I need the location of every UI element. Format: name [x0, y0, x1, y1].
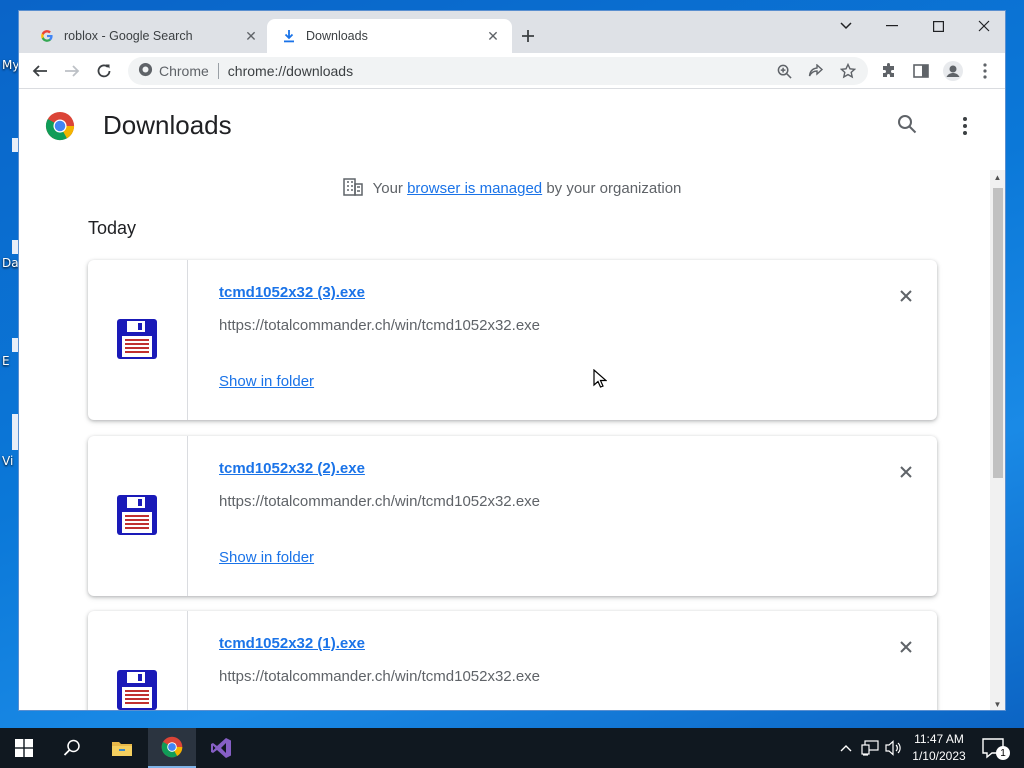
floppy-disk-icon: [117, 495, 157, 535]
visual-studio-icon: [211, 738, 231, 758]
clock-date: 1/10/2023: [912, 749, 966, 763]
show-hidden-icons-chevron-icon[interactable]: [836, 738, 856, 758]
clock-time: 11:47 AM: [914, 732, 964, 746]
remove-download-icon[interactable]: [894, 635, 918, 659]
scroll-thumb[interactable]: [993, 188, 1003, 478]
remove-download-icon[interactable]: [894, 460, 918, 484]
chrome-logo-icon: [45, 111, 75, 141]
mouse-cursor-icon: [593, 369, 607, 388]
visual-studio-taskbar-button[interactable]: [197, 728, 245, 768]
show-in-folder-link[interactable]: Show in folder: [219, 549, 314, 566]
browser-toolbar: Chrome chrome://downloads: [19, 53, 1005, 89]
address-separator: [217, 63, 219, 79]
system-clock[interactable]: 11:47 AM 1/10/2023: [908, 731, 970, 765]
desktop-icon-label[interactable]: E: [2, 354, 10, 368]
download-filename-link[interactable]: tcmd1052x32 (1).exe: [219, 635, 365, 652]
more-actions-icon[interactable]: [953, 114, 977, 138]
network-icon[interactable]: [860, 738, 880, 758]
download-filename-link[interactable]: tcmd1052x32 (2).exe: [219, 460, 365, 477]
page-scrollbar[interactable]: ▲ ▼: [990, 170, 1005, 710]
folder-icon: [112, 742, 132, 756]
bookmark-star-icon[interactable]: [838, 61, 858, 81]
desktop-icon-label[interactable]: My: [2, 58, 19, 72]
notification-count-badge: 1: [996, 746, 1010, 760]
maximize-button[interactable]: [915, 11, 961, 41]
start-button[interactable]: [0, 728, 48, 768]
share-icon[interactable]: [806, 61, 826, 81]
floppy-disk-icon: [117, 670, 157, 710]
managed-text-suffix: by your organization: [542, 180, 682, 197]
windows-logo-icon: [15, 739, 33, 757]
building-icon: [342, 178, 363, 200]
file-explorer-taskbar-button[interactable]: [98, 728, 146, 768]
browser-menu-icon[interactable]: [971, 57, 999, 85]
download-source-url[interactable]: https://totalcommander.ch/win/tcmd1052x3…: [219, 317, 540, 334]
download-item: tcmd1052x32 (1).exe https://totalcommand…: [88, 611, 937, 710]
search-taskbar-button[interactable]: [48, 728, 96, 768]
download-filename-link[interactable]: tcmd1052x32 (3).exe: [219, 284, 365, 301]
minimize-button[interactable]: [869, 11, 915, 41]
address-bar[interactable]: Chrome chrome://downloads: [128, 57, 868, 85]
taskbar: 11:47 AM 1/10/2023 1: [0, 728, 1024, 768]
zoom-icon[interactable]: [774, 61, 794, 81]
tab-google-search[interactable]: roblox - Google Search ✕: [25, 19, 270, 53]
tab-strip: roblox - Google Search ✕ Downloads ✕: [19, 11, 1005, 53]
downloads-page: Downloads Your browser is managed by you…: [19, 90, 1005, 710]
google-g-icon: [39, 28, 55, 44]
managed-text-prefix: Your: [372, 180, 408, 197]
browser-window: roblox - Google Search ✕ Downloads ✕ Chr…: [18, 10, 1006, 711]
chrome-taskbar-button[interactable]: [148, 728, 196, 768]
tab-title: Downloads: [306, 29, 368, 43]
chrome-page-icon: [138, 62, 153, 80]
address-url: chrome://downloads: [227, 63, 354, 79]
search-icon[interactable]: [897, 114, 921, 138]
close-tab-icon[interactable]: ✕: [484, 27, 502, 45]
show-in-folder-link[interactable]: Show in folder: [219, 373, 314, 390]
scroll-down-arrow-icon[interactable]: ▼: [990, 697, 1005, 710]
download-icon: [281, 28, 297, 44]
tab-search-chevron-icon[interactable]: [823, 11, 869, 41]
date-section-heading: Today: [88, 218, 137, 238]
chrome-logo-icon: [161, 736, 183, 758]
managed-notice: Your browser is managed by your organiza…: [19, 178, 1005, 200]
scroll-up-arrow-icon[interactable]: ▲: [990, 170, 1005, 184]
browser-managed-link[interactable]: browser is managed: [407, 180, 542, 197]
tab-title: roblox - Google Search: [64, 29, 193, 43]
new-tab-button[interactable]: [517, 25, 539, 47]
reload-button[interactable]: [90, 57, 118, 85]
tab-downloads[interactable]: Downloads ✕: [267, 19, 512, 53]
search-icon: [63, 739, 80, 756]
floppy-disk-icon: [117, 319, 157, 359]
address-chip: Chrome: [159, 63, 209, 79]
download-item: tcmd1052x32 (3).exe https://totalcommand…: [88, 260, 937, 420]
download-source-url[interactable]: https://totalcommander.ch/win/tcmd1052x3…: [219, 493, 540, 510]
close-tab-icon[interactable]: ✕: [242, 27, 260, 45]
back-button[interactable]: [26, 57, 54, 85]
download-item: tcmd1052x32 (2).exe https://totalcommand…: [88, 436, 937, 596]
profile-avatar[interactable]: [939, 57, 967, 85]
close-window-button[interactable]: [961, 11, 1005, 41]
side-panel-icon[interactable]: [907, 57, 935, 85]
download-source-url[interactable]: https://totalcommander.ch/win/tcmd1052x3…: [219, 668, 540, 685]
remove-download-icon[interactable]: [894, 284, 918, 308]
volume-icon[interactable]: [884, 738, 904, 758]
forward-button[interactable]: [58, 57, 86, 85]
downloads-header: Downloads: [19, 90, 1005, 164]
extensions-icon[interactable]: [875, 57, 903, 85]
desktop-icon-label[interactable]: Vi: [2, 454, 13, 468]
desktop-icon-label[interactable]: Da: [2, 256, 19, 270]
page-title: Downloads: [103, 110, 232, 140]
